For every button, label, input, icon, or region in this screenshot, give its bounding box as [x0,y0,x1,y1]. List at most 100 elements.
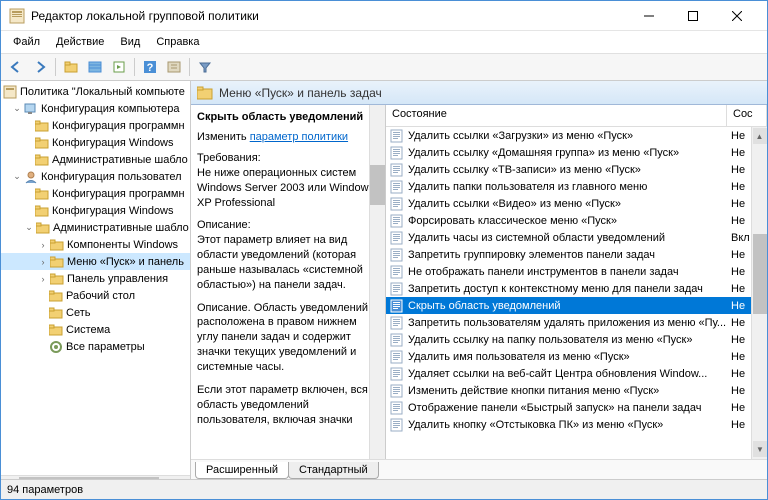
policy-row[interactable]: Запретить пользователям удалять приложен… [386,314,767,331]
policy-row[interactable]: Удалить папки пользователя из главного м… [386,178,767,195]
policy-row[interactable]: Отображение панели «Быстрый запуск» на п… [386,399,767,416]
policy-name: Удалить ссылки «Видео» из меню «Пуск» [408,198,621,210]
tree-label: Конфигурация пользовател [41,171,182,183]
policy-name: Запретить доступ к контекстному меню для… [408,283,703,295]
chevron-right-icon[interactable]: › [37,273,49,285]
policy-icon [390,231,404,245]
policy-icon [390,299,404,313]
policy-icon [390,384,404,398]
policy-row[interactable]: Не отображать панели инструментов в пане… [386,263,767,280]
filter-button[interactable] [194,56,216,78]
forward-button[interactable] [29,56,51,78]
policy-row[interactable]: Удалить ссылки «Загрузки» из меню «Пуск»… [386,127,767,144]
tree-hscroll[interactable] [1,475,190,479]
policy-icon [390,163,404,177]
policy-name: Запретить пользователям удалять приложен… [408,317,726,329]
tree-label: Панель управления [67,273,168,285]
minimize-button[interactable] [627,2,671,30]
tree-item[interactable]: Все параметры [1,338,190,355]
policy-row[interactable]: Удалить ссылку на папку пользователя из … [386,331,767,348]
policy-icon [390,265,404,279]
tree-item[interactable]: Конфигурация программн [1,185,190,202]
policy-row[interactable]: Удалить имя пользователя из меню «Пуск»Н… [386,348,767,365]
policy-name: Удалить ссылки «Загрузки» из меню «Пуск» [408,130,633,142]
tree-label: Административные шабло [52,154,188,166]
tree-item[interactable]: ⌄ Административные шабло [1,219,190,236]
menu-help[interactable]: Справка [148,34,207,50]
content-header: Меню «Пуск» и панель задач [219,86,382,100]
policy-row[interactable]: Изменить действие кнопки питания меню «П… [386,382,767,399]
app-icon [9,8,25,24]
tree-comp-cfg[interactable]: ⌄ Конфигурация компьютера [1,100,190,117]
col-cfg[interactable]: Сос [727,105,767,126]
svg-text:?: ? [147,62,154,74]
policy-icon [390,146,404,160]
policy-icon [390,180,404,194]
tree-label: Административные шабло [53,222,189,234]
tree-item[interactable]: Конфигурация Windows [1,202,190,219]
policy-name: Удаляет ссылки на веб-сайт Центра обновл… [408,368,707,380]
menu-file[interactable]: Файл [5,34,48,50]
tree-item[interactable]: › Компоненты Windows [1,236,190,253]
policy-row[interactable]: Удалить ссылку «ТВ-записи» из меню «Пуск… [386,161,767,178]
properties-button[interactable] [163,56,185,78]
chevron-down-icon[interactable]: ⌄ [23,222,35,234]
col-state[interactable]: Состояние [386,105,727,126]
export-button[interactable] [108,56,130,78]
tree-item[interactable]: Рабочий стол [1,287,190,304]
scroll-down-icon[interactable]: ▼ [753,441,767,457]
folder-button[interactable] [60,56,82,78]
tree-item[interactable]: Система [1,321,190,338]
tree-label: Все параметры [66,341,145,353]
policy-row[interactable]: Запретить группировку элементов панели з… [386,246,767,263]
maximize-button[interactable] [671,2,715,30]
policy-row[interactable]: Удалить часы из системной области уведом… [386,229,767,246]
tree-label: Конфигурация Windows [52,205,174,217]
policy-icon [390,214,404,228]
nav-tree[interactable]: Политика "Локальный компьюте ⌄ Конфигура… [1,81,191,479]
tree-user-cfg[interactable]: ⌄ Конфигурация пользовател [1,168,190,185]
tree-root[interactable]: Политика "Локальный компьюте [1,83,190,100]
tree-item[interactable]: Конфигурация Windows [1,134,190,151]
tree-item[interactable]: › Панель управления [1,270,190,287]
close-button[interactable] [715,2,759,30]
chevron-right-icon[interactable]: › [37,239,49,251]
scroll-thumb[interactable] [753,234,767,314]
list-button[interactable] [84,56,106,78]
chevron-down-icon[interactable]: ⌄ [11,171,23,183]
policy-row[interactable]: Удалить кнопку «Отстыковка ПК» из меню «… [386,416,767,433]
policy-row[interactable]: Удалить ссылку «Домашняя группа» из меню… [386,144,767,161]
separator [134,58,135,76]
menu-view[interactable]: Вид [112,34,148,50]
tree-label: Компоненты Windows [67,239,178,251]
tree-label: Конфигурация Windows [52,137,174,149]
tree-item[interactable]: Административные шабло [1,151,190,168]
policy-row[interactable]: Скрыть область уведомленийНе [386,297,767,314]
policy-row[interactable]: Форсировать классическое меню «Пуск»Не [386,212,767,229]
policy-icon [390,129,404,143]
policy-icon [390,367,404,381]
tree-item[interactable]: Сеть [1,304,190,321]
scroll-up-icon[interactable]: ▲ [753,128,767,144]
chevron-down-icon[interactable]: ⌄ [11,103,23,115]
policy-row[interactable]: Удалить ссылки «Видео» из меню «Пуск»Не [386,195,767,212]
window-title: Редактор локальной групповой политики [31,9,627,23]
tree-item[interactable]: Конфигурация программн [1,117,190,134]
menu-action[interactable]: Действие [48,34,112,50]
edit-policy-link[interactable]: параметр политики [250,131,348,143]
tree-item-selected[interactable]: ›Меню «Пуск» и панель [1,253,190,270]
policy-row[interactable]: Удаляет ссылки на веб-сайт Центра обновл… [386,365,767,382]
desc-vscroll[interactable] [369,105,385,459]
grid-vscroll[interactable]: ▲ ▼ [751,127,767,459]
policy-icon [390,350,404,364]
policy-description: Требования:Не ниже операционных систем W… [197,151,379,427]
separator [55,58,56,76]
tab-extended[interactable]: Расширенный [195,462,289,479]
policy-row[interactable]: Запретить доступ к контекстному меню для… [386,280,767,297]
help-button[interactable]: ? [139,56,161,78]
back-button[interactable] [5,56,27,78]
policy-icon [390,401,404,415]
tab-standard[interactable]: Стандартный [288,462,379,479]
chevron-right-icon[interactable]: › [37,256,49,268]
policy-list[interactable]: Удалить ссылки «Загрузки» из меню «Пуск»… [386,127,767,459]
